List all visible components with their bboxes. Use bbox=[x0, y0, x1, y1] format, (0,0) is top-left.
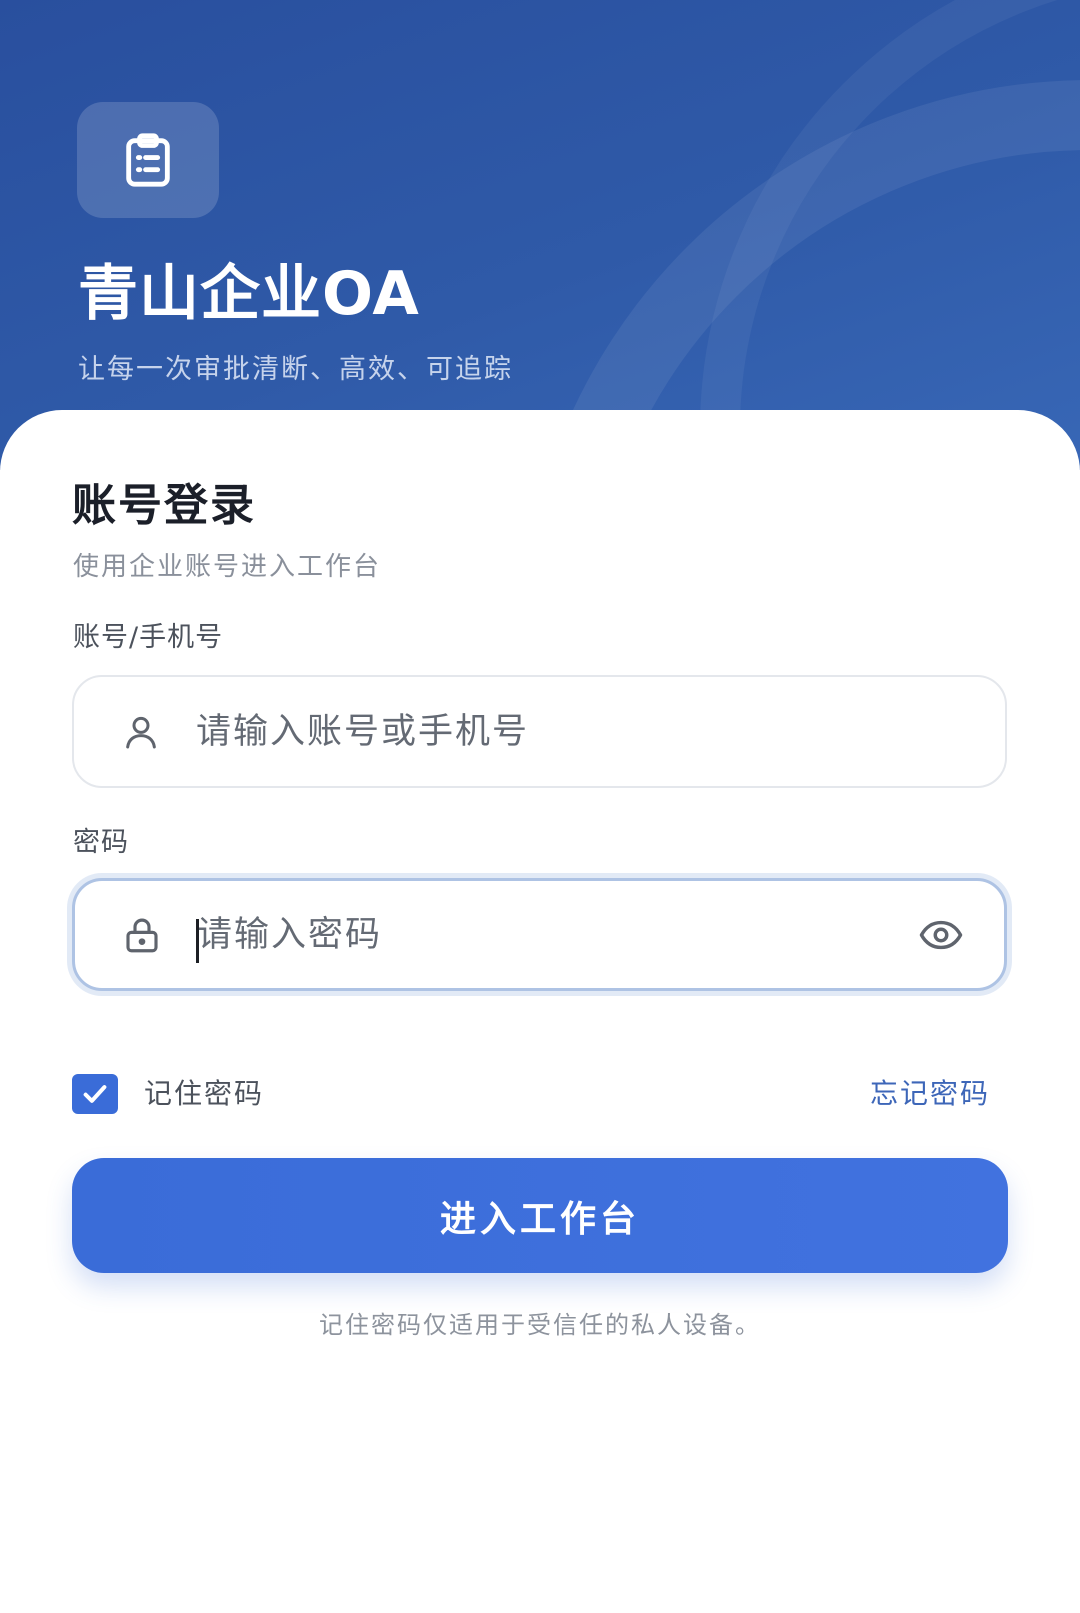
user-icon bbox=[118, 709, 164, 755]
login-card: 账号登录 使用企业账号进入工作台 账号/手机号 密码 bbox=[0, 410, 1080, 1613]
app-tagline: 让每一次审批清断、高效、可追踪 bbox=[78, 354, 513, 385]
password-label: 密码 bbox=[73, 827, 129, 858]
submit-button[interactable]: 进入工作台 bbox=[72, 1158, 1008, 1273]
remember-label[interactable]: 记住密码 bbox=[144, 1074, 264, 1114]
clipboard-list-icon bbox=[126, 133, 170, 187]
password-input[interactable] bbox=[197, 881, 837, 988]
app-title: 青山企业OA bbox=[78, 259, 420, 329]
account-label: 账号/手机号 bbox=[73, 622, 224, 653]
login-title: 账号登录 bbox=[72, 480, 256, 531]
lock-icon bbox=[119, 912, 165, 958]
app-logo bbox=[77, 102, 219, 218]
password-field[interactable] bbox=[72, 878, 1007, 991]
header-decor-arc bbox=[700, 0, 1080, 470]
account-input[interactable] bbox=[196, 677, 836, 786]
eye-icon[interactable] bbox=[914, 915, 968, 955]
text-cursor bbox=[196, 919, 199, 963]
account-field[interactable] bbox=[72, 675, 1007, 788]
forgot-password-link[interactable]: 忘记密码 bbox=[870, 1074, 990, 1114]
checkmark-icon bbox=[83, 1085, 107, 1103]
login-subtitle: 使用企业账号进入工作台 bbox=[73, 552, 382, 582]
app-header: 青山企业OA 让每一次审批清断、高效、可追踪 bbox=[0, 0, 1080, 470]
security-hint: 记住密码仅适用于受信任的私人设备。 bbox=[319, 1311, 761, 1339]
remember-checkbox[interactable] bbox=[72, 1074, 118, 1114]
